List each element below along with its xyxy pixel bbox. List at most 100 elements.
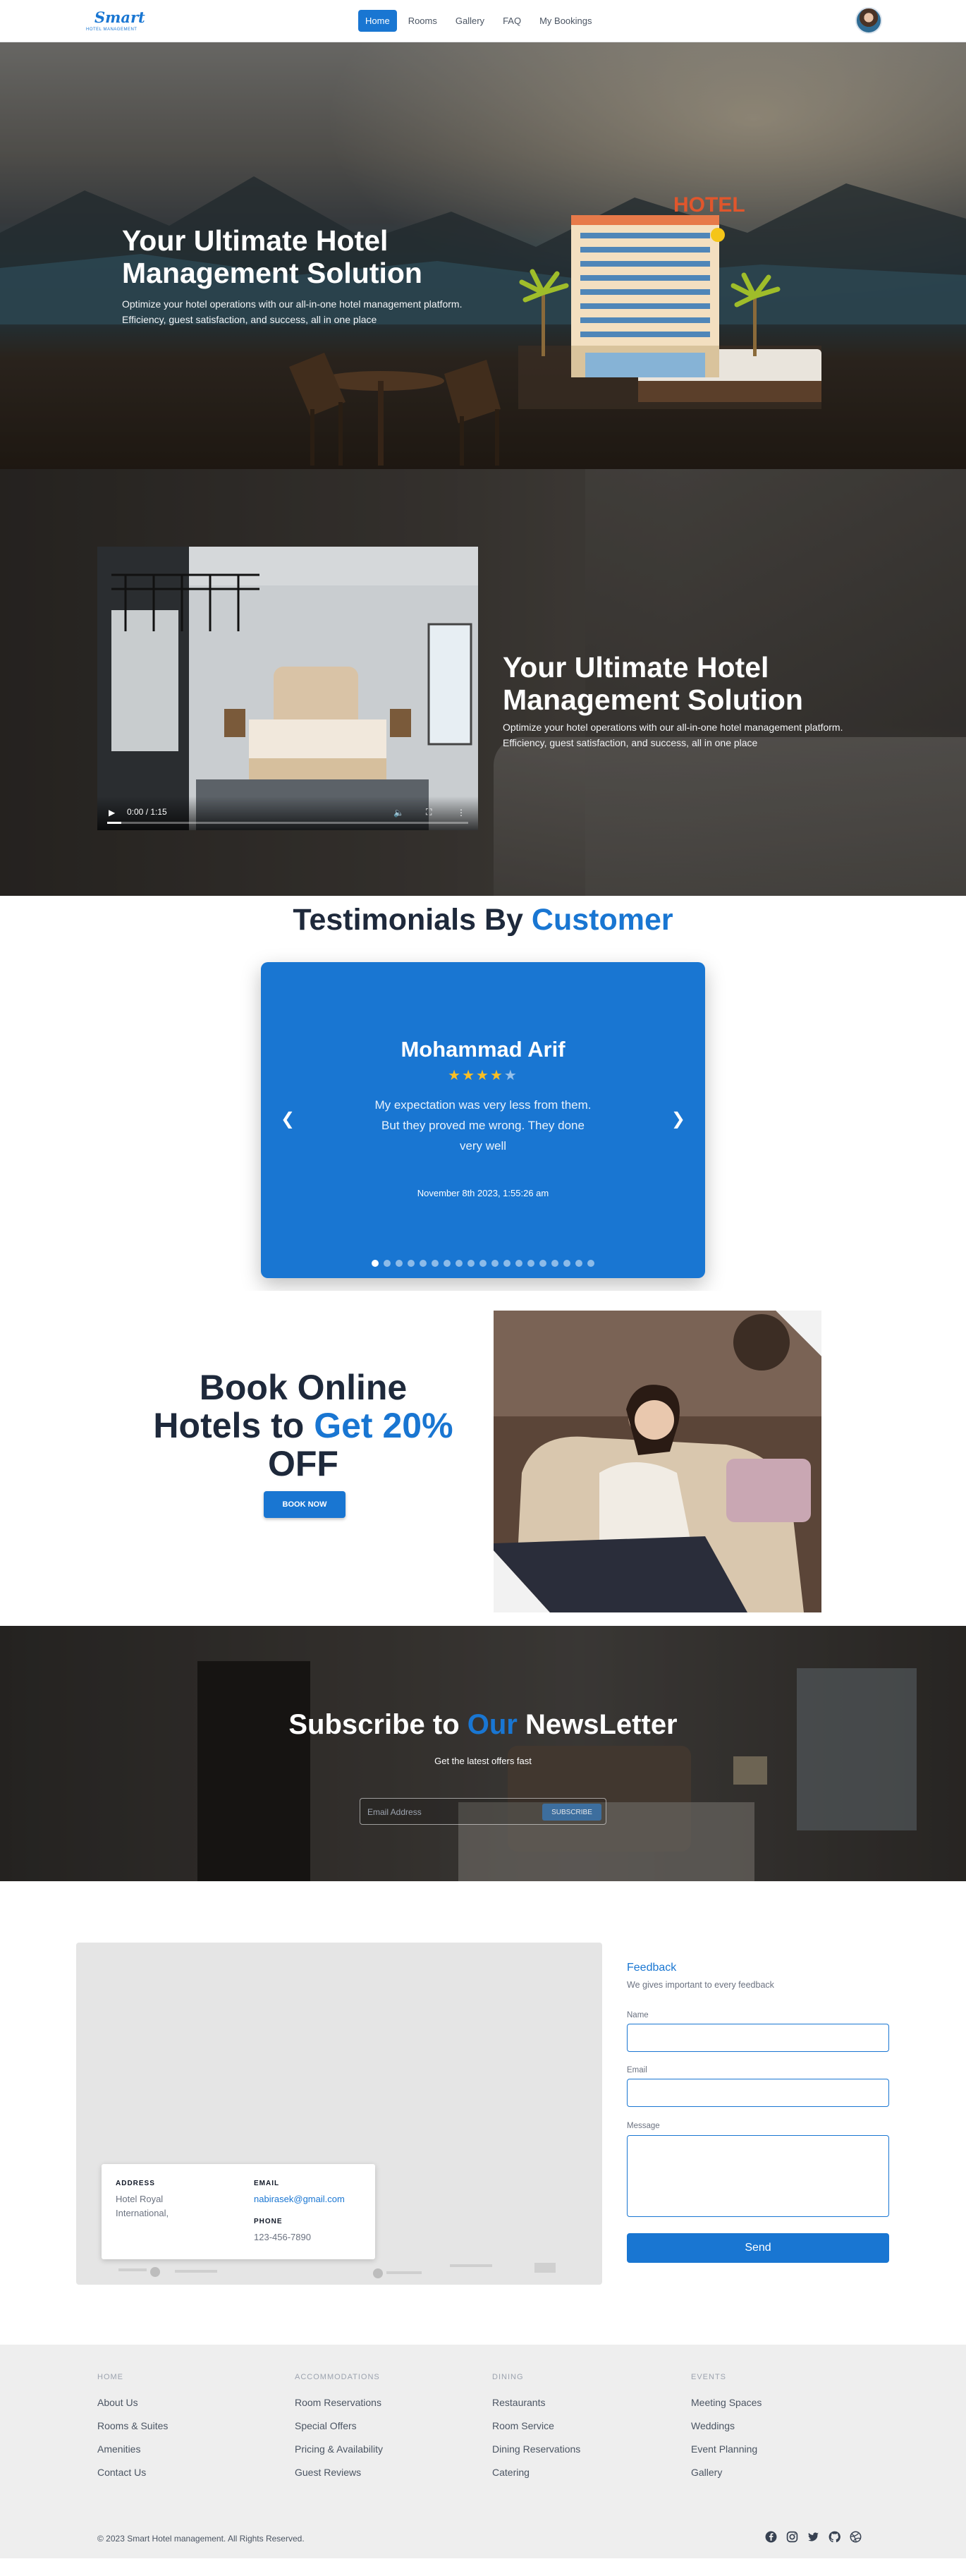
footer-link-guest-reviews[interactable]: Guest Reviews [295,2467,478,2478]
instagram-icon[interactable] [786,2531,798,2543]
footer-link-rooms-suites[interactable]: Rooms & Suites [97,2420,281,2431]
book-online-section: Book Online Hotels to Get 20% OFF BOOK N… [0,1291,966,1626]
footer-link-amenities[interactable]: Amenities [97,2443,281,2455]
star-icon: ★ [462,1068,477,1083]
footer-link-restaurants[interactable]: Restaurants [492,2397,675,2408]
book-line1: Book Online [199,1368,408,1407]
rating-stars: ★★★★★ [261,1067,705,1084]
video-text-line2: Efficiency, guest satisfaction, and succ… [503,737,758,748]
more-options-icon[interactable]: ⋮ [457,808,465,818]
carousel-dot[interactable] [396,1260,403,1267]
footer-link-event-planning[interactable]: Event Planning [691,2443,874,2455]
volume-icon[interactable]: 🔈 [393,808,404,818]
location-map[interactable]: ADDRESS Hotel Royal International, EMAIL… [76,1943,602,2285]
video-player[interactable]: ▶ 0:00 / 1:15 🔈 ⛶ ⋮ [97,547,478,830]
carousel-dot[interactable] [587,1260,594,1267]
footer-link-room-service[interactable]: Room Service [492,2420,675,2431]
carousel-dot[interactable] [527,1260,534,1267]
footer-link-contact-us[interactable]: Contact Us [97,2467,281,2478]
top-navbar: Smart HOTEL MANAGEMENT Home Rooms Galler… [0,0,966,42]
subscribe-button[interactable]: SUBSCRIBE [542,1804,601,1821]
carousel-dot[interactable] [372,1260,379,1267]
phone-label: PHONE [254,2218,283,2225]
prev-slide-icon[interactable]: ❮ [281,1109,295,1129]
brand-logo[interactable]: Smart HOTEL MANAGEMENT [85,6,145,37]
fullscreen-icon[interactable]: ⛶ [426,807,432,818]
hero-text-line2: Efficiency, guest satisfaction, and succ… [122,314,377,325]
email-input[interactable] [627,2079,889,2107]
email-link[interactable]: nabirasek@gmail.com [254,2192,345,2206]
testimonial-quote: My expectation was very less from them. … [374,1098,592,1153]
testimonial-card: ❮ ❯ Mohammad Arif ★★★★★ My expectation w… [261,962,705,1278]
hero-description: Optimize your hotel operations with our … [122,296,462,327]
nav-rooms[interactable]: Rooms [401,10,444,32]
user-avatar[interactable] [855,7,882,34]
carousel-dot[interactable] [503,1260,510,1267]
dribbble-icon[interactable] [850,2531,862,2543]
twitter-icon[interactable] [807,2531,819,2543]
carousel-dots [261,1260,705,1267]
main-nav: Home Rooms Gallery FAQ My Bookings [358,10,599,32]
nav-home[interactable]: Home [358,10,397,32]
newsletter-subtitle: Get the latest offers fast [434,1756,532,1766]
next-slide-icon[interactable]: ❯ [671,1109,685,1129]
footer-link-weddings[interactable]: Weddings [691,2420,874,2431]
carousel-dot[interactable] [491,1260,499,1267]
star-icon: ★ [489,1068,504,1083]
nav-gallery[interactable]: Gallery [448,10,491,32]
message-textarea[interactable] [627,2135,889,2217]
testimonials-section: Testimonials By Customer ❮ ❯ Mohammad Ar… [0,896,966,1291]
carousel-dot[interactable] [539,1260,546,1267]
hero-text-line1: Optimize your hotel operations with our … [122,298,463,310]
palm-tree-left [519,269,569,356]
carousel-dot[interactable] [575,1260,582,1267]
feedback-subtitle: We gives important to every feedback [627,1980,774,1990]
video-title-line1: Your Ultimate Hotel [503,651,769,684]
footer-link-room-reservations[interactable]: Room Reservations [295,2397,478,2408]
nav-faq[interactable]: FAQ [496,10,528,32]
footer-link-meeting-spaces[interactable]: Meeting Spaces [691,2397,874,2408]
copyright-text: © 2023 Smart Hotel management. All Right… [97,2534,305,2544]
send-button[interactable]: Send [627,2233,889,2263]
footer-link-catering[interactable]: Catering [492,2467,675,2478]
book-now-button[interactable]: BOOK NOW [264,1491,346,1518]
footer-link-special-offers[interactable]: Special Offers [295,2420,478,2431]
newsletter-title: Subscribe to Our NewsLetter [0,1709,966,1741]
star-icon: ★ [476,1068,490,1083]
video-frame-bedroom [97,547,478,830]
address-label: ADDRESS [116,2180,155,2187]
github-icon[interactable] [829,2531,840,2543]
footer-column-home: HOME About Us Rooms & Suites Amenities C… [97,2373,281,2490]
footer-column-accommodations: ACCOMMODATIONS Room Reservations Special… [295,2373,478,2490]
footer-link-dining-reservations[interactable]: Dining Reservations [492,2443,675,2455]
carousel-dot[interactable] [551,1260,558,1267]
carousel-dot[interactable] [479,1260,487,1267]
footer-link-pricing[interactable]: Pricing & Availability [295,2443,478,2455]
footer-heading: HOME [97,2373,123,2381]
carousel-dot[interactable] [456,1260,463,1267]
carousel-dot[interactable] [563,1260,570,1267]
footer-column-dining: DINING Restaurants Room Service Dining R… [492,2373,675,2490]
carousel-dot[interactable] [384,1260,391,1267]
hotel-sign: HOTEL [673,193,745,217]
carousel-dot[interactable] [515,1260,522,1267]
hero-title-line2: Management Solution [122,257,422,289]
footer-link-about-us[interactable]: About Us [97,2397,281,2408]
facebook-icon[interactable] [765,2531,777,2543]
book-discount: Get 20% [314,1406,453,1445]
video-section-title: Your Ultimate Hotel Management Solution [503,651,803,716]
footer-link-gallery[interactable]: Gallery [691,2467,874,2478]
play-icon[interactable]: ▶ [109,808,115,818]
email-label: EMAIL [254,2180,280,2187]
nav-my-bookings[interactable]: My Bookings [532,10,599,32]
carousel-dot[interactable] [432,1260,439,1267]
carousel-dot[interactable] [408,1260,415,1267]
name-input[interactable] [627,2024,889,2052]
logo-word: Smart [94,8,145,26]
carousel-dot[interactable] [467,1260,475,1267]
carousel-dot[interactable] [444,1260,451,1267]
carousel-dot[interactable] [420,1260,427,1267]
newsletter-email-input[interactable] [367,1804,537,1820]
video-progress[interactable] [107,822,468,824]
star-icon: ★ [503,1068,518,1083]
